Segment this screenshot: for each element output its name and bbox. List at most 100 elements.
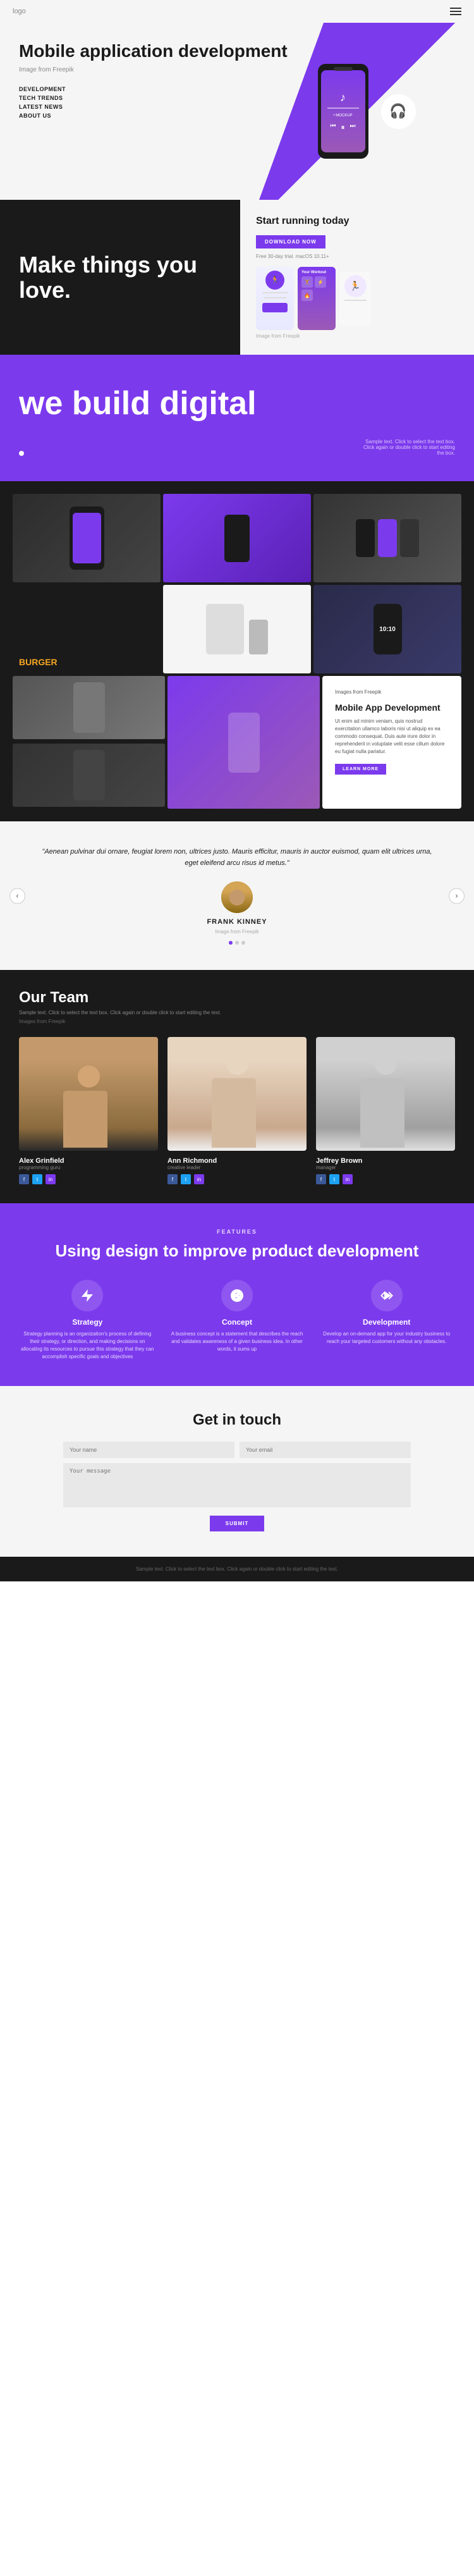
team-title: Our Team [19, 989, 455, 1007]
portfolio-item-6: 10:10 [313, 585, 461, 673]
screen-button [262, 303, 288, 312]
feature-concept: Concept A business concept is a statemen… [169, 1280, 306, 1361]
learn-more-button[interactable]: LEARN MORE [335, 764, 386, 775]
features-grid: Strategy Strategy planning is an organiz… [19, 1280, 455, 1361]
pb-2 [167, 676, 320, 809]
card-description: Ut enim ad minim veniam, quis nostrud ex… [335, 718, 449, 756]
ann-body [212, 1078, 256, 1148]
pi-6-content: 10:10 [313, 585, 461, 673]
alex-socials: f t in [19, 1174, 158, 1184]
submit-button[interactable]: SUBMIT [210, 1516, 265, 1531]
pb-2-phone [228, 713, 260, 773]
card-title: Mobile App Development [335, 702, 449, 713]
make-right: Start running today DOWNLOAD NOW Free 30… [240, 200, 474, 355]
testimonial-avatar [221, 881, 253, 913]
jeffrey-linkedin[interactable]: in [343, 1174, 353, 1184]
contact-title: Get in touch [63, 1411, 411, 1429]
strategy-svg [80, 1288, 95, 1303]
phone-b [378, 519, 397, 557]
icon-2: ⚡ [315, 276, 326, 288]
next-arrow[interactable]: › [449, 888, 465, 904]
portfolio-item-3 [313, 494, 461, 582]
alex-silhouette [63, 1056, 114, 1151]
portfolio-item-5 [163, 585, 311, 673]
name-input[interactable] [63, 1442, 234, 1458]
team-member-alex: Alex Grinfield programming guru f t in [19, 1037, 158, 1184]
message-input[interactable] [63, 1463, 411, 1507]
alex-twitter[interactable]: t [32, 1174, 42, 1184]
app-screens: 🏃 Your Workout 🏋 ⚡ 🔥 � [256, 267, 458, 330]
feature-development: Development Develop an on-demand app for… [318, 1280, 455, 1361]
hero-title: Mobile application development [19, 42, 455, 61]
nav-about-us[interactable]: ABOUT US [19, 113, 455, 119]
workout-icons: 🏋 ⚡ 🔥 [301, 276, 332, 301]
nav-tech-trends[interactable]: TECH TRENDS [19, 95, 455, 101]
hamburger-line-3 [450, 14, 461, 15]
hero-section: Mobile application development Image fro… [0, 23, 474, 200]
hero-image-credit: Image from Freepik [19, 66, 455, 73]
your-workout: Your Workout [301, 271, 332, 274]
ann-photo [167, 1037, 307, 1151]
phone-v1 [224, 515, 250, 562]
icon-3: 🔥 [301, 290, 313, 301]
contact-section: Get in touch SUBMIT [0, 1386, 474, 1557]
jeffrey-silhouette [360, 1050, 411, 1151]
jeffrey-twitter[interactable]: t [329, 1174, 339, 1184]
alex-facebook[interactable]: f [19, 1174, 29, 1184]
phone-c [400, 519, 419, 557]
bottom-grid [13, 676, 320, 809]
alex-role: programming guru [19, 1165, 158, 1170]
screen-bar-1 [262, 292, 288, 293]
download-button[interactable]: DOWNLOAD NOW [256, 235, 325, 248]
header: logo [0, 0, 474, 23]
nav-latest-news[interactable]: LATEST NEWS [19, 104, 455, 110]
alex-body [63, 1091, 107, 1148]
concept-icon [221, 1280, 253, 1311]
build-dot [19, 451, 24, 456]
portfolio-bottom-left [13, 676, 320, 809]
phone-screen-inner [73, 513, 101, 563]
ann-facebook[interactable]: f [167, 1174, 178, 1184]
concept-svg [229, 1288, 245, 1303]
ann-silhouette [212, 1050, 262, 1151]
logo: logo [13, 8, 26, 15]
nav-development[interactable]: DEVELOPMENT [19, 86, 455, 92]
screen-bar-2 [264, 297, 286, 298]
playback-controls: ⏮ ⏸ ⏭ [330, 123, 355, 132]
team-section: Our Team Sample text. Click to select th… [0, 970, 474, 1203]
app-screen-small: 🏃 [339, 272, 371, 326]
alex-name: Alex Grinfield [19, 1157, 158, 1165]
testimonial-section: ‹ Aenean pulvinar dui ornare, feugiat lo… [0, 821, 474, 970]
make-left: Make things you love. [0, 200, 240, 355]
alex-photo [19, 1037, 158, 1151]
phones-row [356, 519, 419, 557]
pi-1-content [13, 494, 161, 582]
pi-5-content [163, 585, 311, 673]
menu-button[interactable] [450, 8, 461, 15]
fitness-icon: 🏃 [265, 271, 284, 290]
portfolio-bottom: Images from Freepik Mobile App Developme… [13, 676, 461, 809]
dot-2[interactable] [235, 941, 239, 945]
ann-linkedin[interactable]: in [194, 1174, 204, 1184]
jeffrey-body [360, 1078, 404, 1148]
testimonial-dots [38, 941, 436, 945]
dot-3[interactable] [241, 941, 245, 945]
feature-strategy: Strategy Strategy planning is an organiz… [19, 1280, 156, 1361]
jeffrey-facebook[interactable]: f [316, 1174, 326, 1184]
team-member-jeffrey: Jeffrey Brown manager f t in [316, 1037, 455, 1184]
form-row-1 [63, 1442, 411, 1458]
dot-1[interactable] [229, 941, 233, 945]
portfolio-item-2 [163, 494, 311, 582]
features-section: FEATURES Using design to improve product… [0, 1203, 474, 1386]
ann-name: Ann Richmond [167, 1157, 307, 1165]
prev-arrow[interactable]: ‹ [9, 888, 25, 904]
hero-nav: DEVELOPMENT TECH TRENDS LATEST NEWS ABOU… [19, 86, 455, 119]
testimonial-name: FRANK KINNEY [38, 918, 436, 926]
ann-twitter[interactable]: t [181, 1174, 191, 1184]
ann-role: creative leader [167, 1165, 307, 1170]
email-input[interactable] [240, 1442, 411, 1458]
pb-3-phone [73, 750, 105, 800]
alex-linkedin[interactable]: in [46, 1174, 56, 1184]
small-icon: 🏃 [344, 275, 367, 297]
pi-2-content [163, 494, 311, 582]
